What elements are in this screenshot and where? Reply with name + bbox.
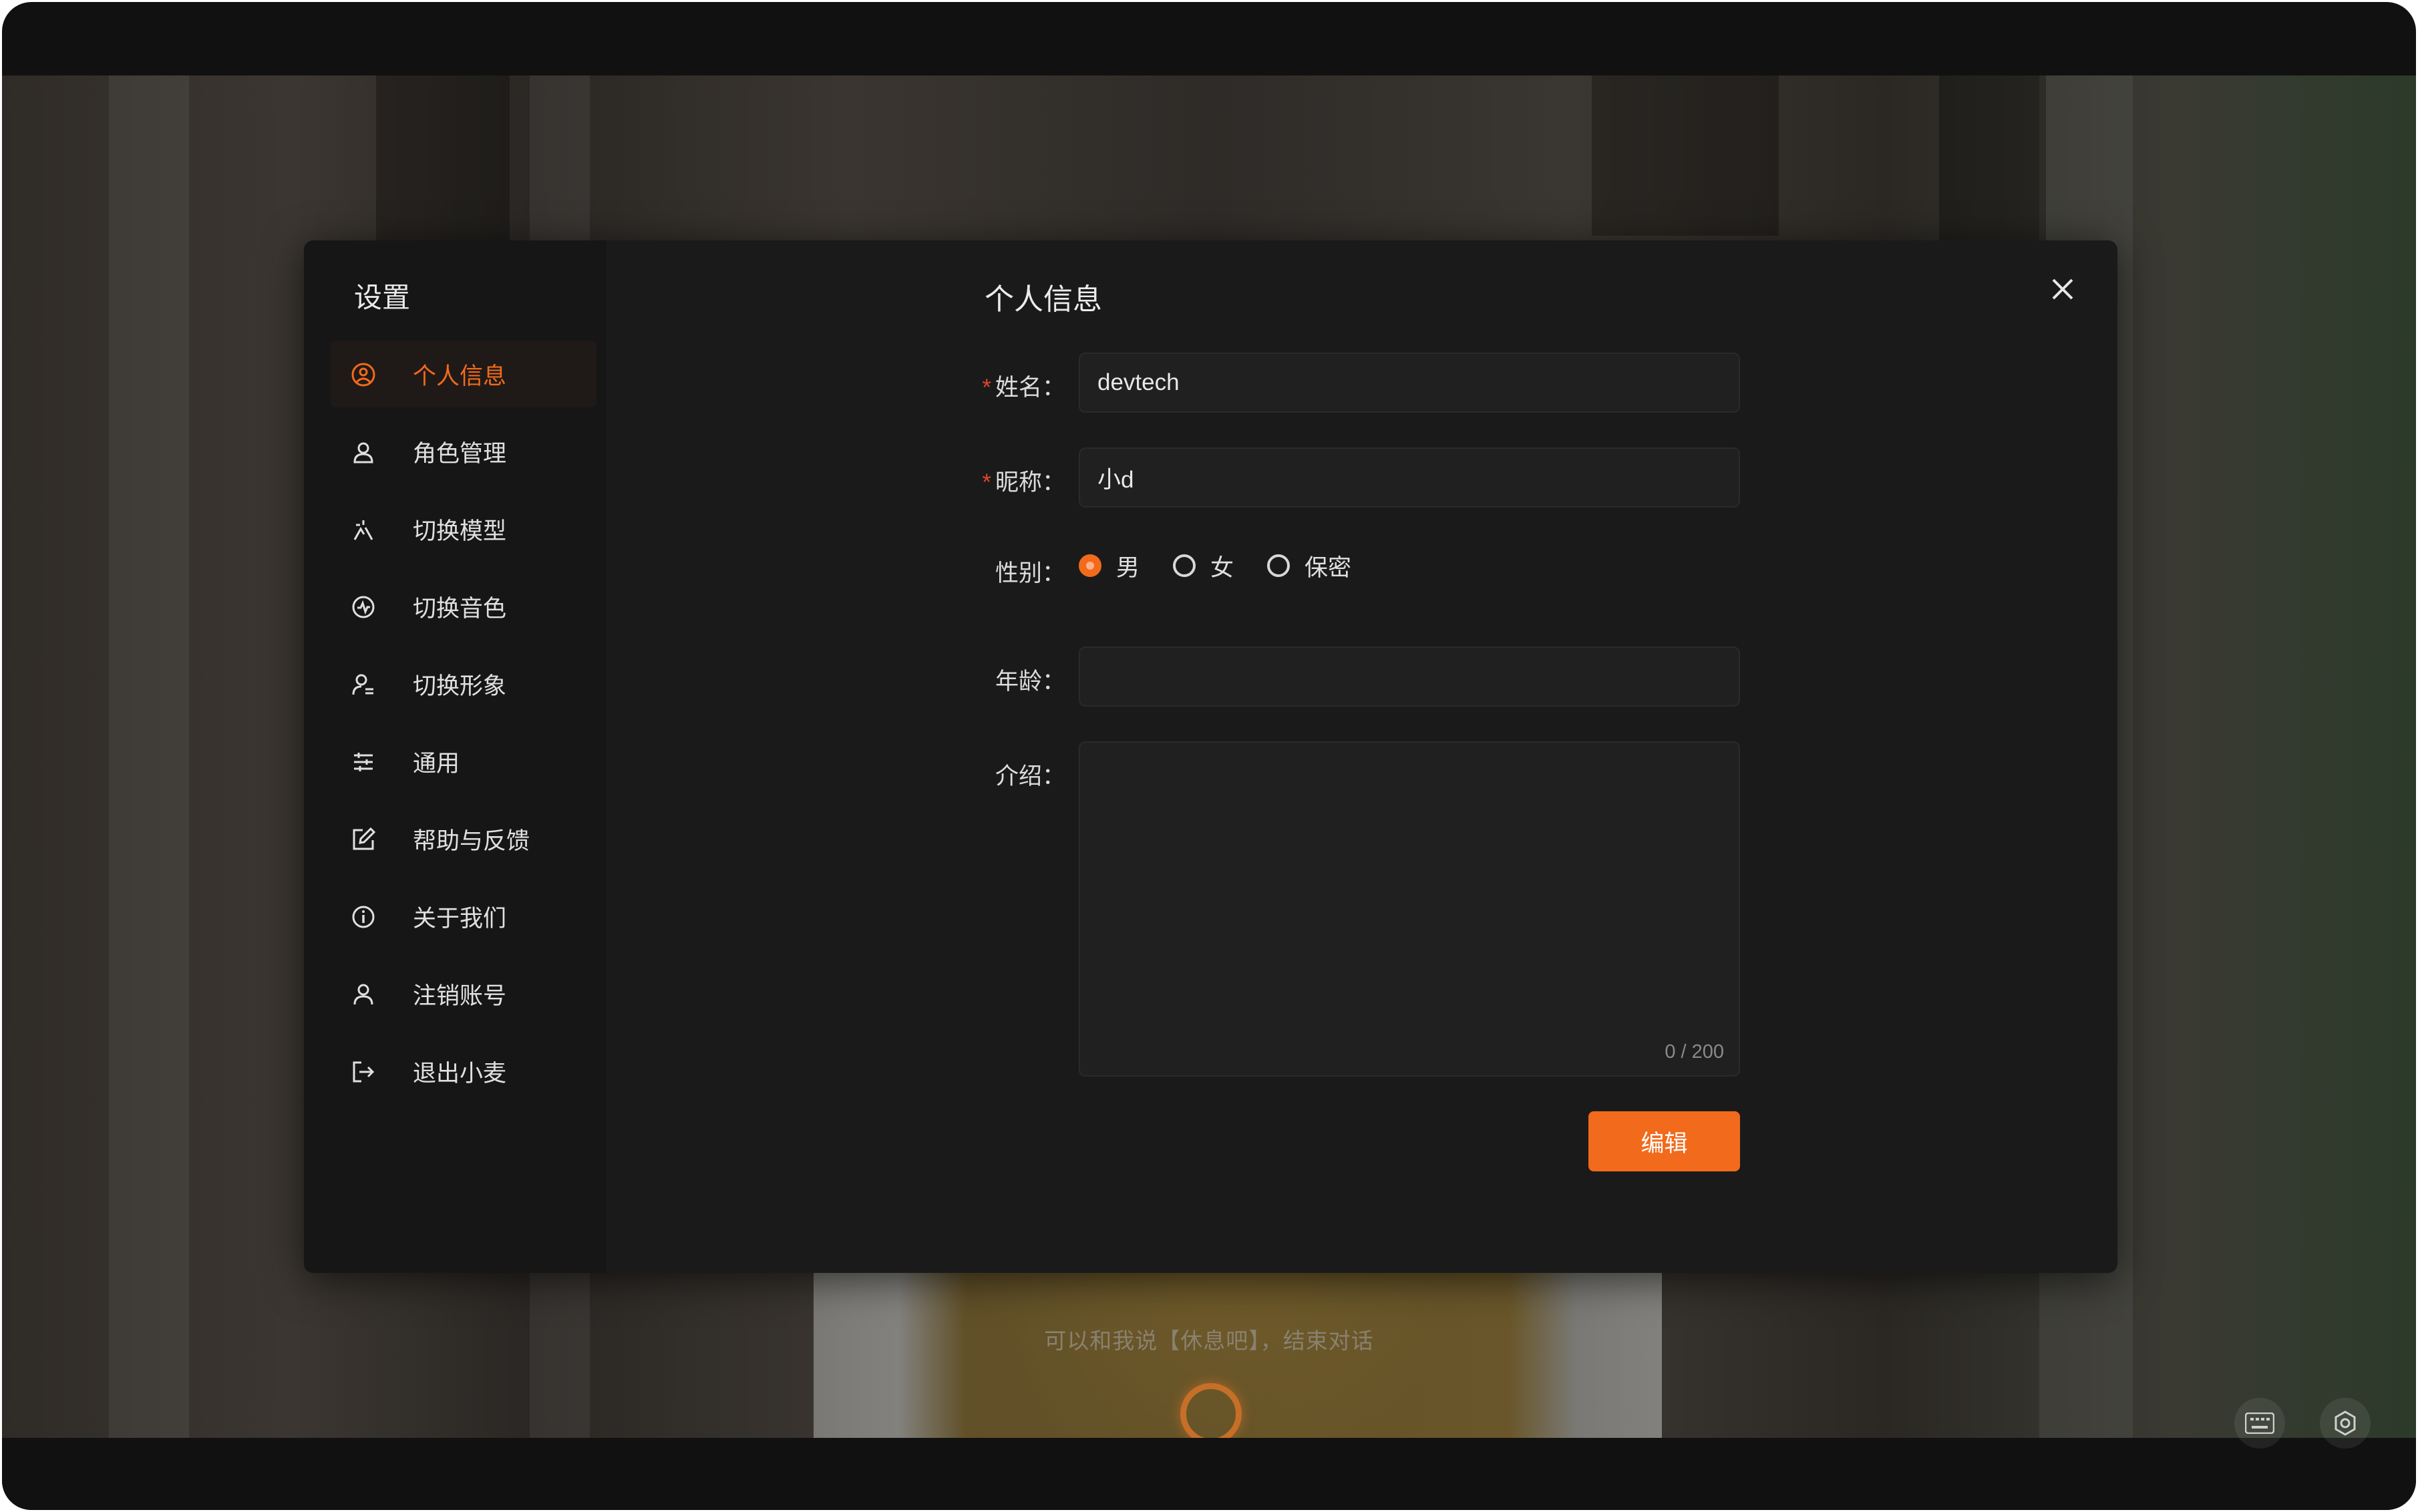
sidebar-item-label: 退出小麦: [413, 1060, 507, 1087]
user-remove-icon: [353, 984, 373, 1005]
user-circle-icon: [351, 363, 375, 387]
sidebar-item-label: 注销账号: [413, 982, 507, 1009]
settings-dialog: 设置 个人信息 角色管理 切换模型 切换音色 切换形象 通用 帮助与反馈 关于我…: [304, 240, 2117, 1273]
settings-sidebar: 设置 个人信息 角色管理 切换模型 切换音色 切换形象 通用 帮助与反馈 关于我…: [304, 240, 607, 1273]
sidebar-item-label: 帮助与反馈: [413, 827, 530, 854]
sidebar-item-voice[interactable]: 切换音色: [331, 573, 596, 640]
sidebar-item-help[interactable]: 帮助与反馈: [331, 805, 596, 872]
sidebar-item-label: 个人信息: [413, 363, 507, 389]
user-icon: [353, 442, 373, 463]
app-window: 可以和我说【休息吧】，结束对话 设置 个人信息 角色管理 切换模型 切换音色 切…: [2, 2, 2416, 1510]
keyboard-button[interactable]: [2234, 1398, 2285, 1449]
voice-switch-icon: [352, 596, 375, 618]
sidebar-item-logout[interactable]: 退出小麦: [331, 1038, 596, 1105]
sidebar-item-deactivate[interactable]: 注销账号: [331, 960, 596, 1027]
nickname-label: * 昵称：: [982, 469, 1065, 496]
radio-button[interactable]: [1267, 554, 1290, 577]
sidebar-item-label: 通用: [413, 750, 460, 777]
logout-icon: [353, 1061, 375, 1083]
gender-radio-group: 男 女 保密: [1079, 549, 1385, 582]
gender-option-female[interactable]: 女: [1173, 549, 1234, 583]
radio-button[interactable]: [1173, 554, 1196, 577]
sidebar-item-label: 角色管理: [413, 440, 507, 467]
keyboard-icon: [2245, 1412, 2274, 1434]
name-label: * 姓名：: [982, 375, 1065, 401]
gender-option-male[interactable]: 男: [1079, 549, 1140, 583]
sidebar-item-label: 切换音色: [413, 595, 507, 622]
age-label: 年龄：: [995, 669, 1065, 695]
required-mark: *: [982, 469, 991, 496]
close-icon: [2052, 278, 2073, 300]
required-mark: *: [982, 375, 991, 401]
gender-option-private[interactable]: 保密: [1267, 549, 1351, 583]
intro-label: 介绍：: [995, 763, 1065, 789]
model-switch-icon: [353, 520, 373, 540]
sidebar-item-roles[interactable]: 角色管理: [331, 418, 596, 485]
sidebar-item-general[interactable]: 通用: [331, 728, 596, 795]
page-title: 个人信息: [985, 283, 1102, 316]
edit-icon: [353, 827, 376, 850]
info-icon: [352, 906, 375, 928]
gear-icon: [2335, 1410, 2356, 1436]
voice-hint-subtitle: 可以和我说【休息吧】，结束对话: [1044, 1328, 1374, 1353]
char-counter: 0 / 200: [1665, 1041, 1724, 1063]
edit-button[interactable]: 编辑: [1588, 1111, 1740, 1171]
intro-textarea[interactable]: 0 / 200: [1079, 741, 1740, 1077]
gender-label: 性别：: [995, 560, 1065, 586]
sidebar-item-label: 关于我们: [413, 905, 507, 932]
nickname-input[interactable]: [1079, 447, 1740, 508]
settings-button[interactable]: [2320, 1398, 2371, 1449]
sliders-icon: [354, 753, 373, 771]
sidebar-item-profile[interactable]: 个人信息: [331, 341, 596, 407]
age-input[interactable]: [1079, 646, 1740, 707]
name-input[interactable]: [1079, 353, 1740, 413]
close-button[interactable]: [2044, 270, 2081, 308]
sidebar-item-label: 切换形象: [413, 673, 507, 699]
bottom-bar: [2, 1438, 2416, 1510]
sidebar-item-about[interactable]: 关于我们: [331, 883, 596, 950]
sidebar-item-avatar[interactable]: 切换形象: [331, 650, 596, 717]
sidebar-item-label: 切换模型: [413, 518, 507, 544]
avatar-switch-icon: [352, 674, 373, 695]
radio-button[interactable]: [1079, 554, 1101, 577]
mic-indicator[interactable]: [1180, 1383, 1242, 1445]
sidebar-title: 设置: [354, 282, 411, 313]
sidebar-item-model[interactable]: 切换模型: [331, 496, 596, 562]
